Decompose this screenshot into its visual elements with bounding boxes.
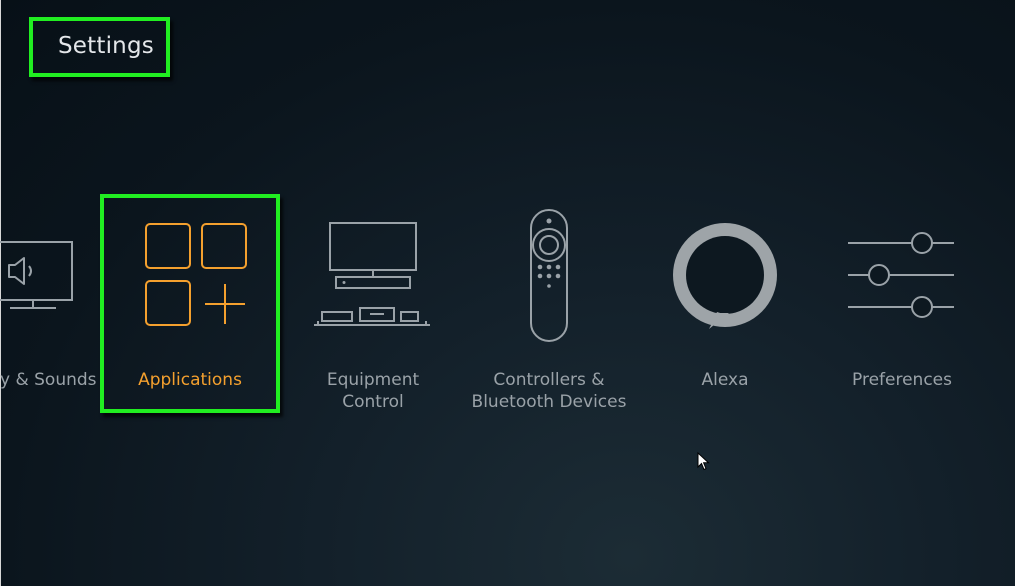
sliders-icon [848, 232, 954, 318]
page-title: Settings [58, 33, 154, 59]
equipment-icon [314, 222, 430, 326]
menu-item-label-line2: Bluetooth Devices [471, 392, 627, 412]
menu-item-label-line1: Controllers & [493, 370, 605, 390]
tv-speaker-icon [0, 241, 73, 309]
menu-item-label: y & Sounds [0, 370, 97, 390]
menu-item-label-line2: Control [342, 392, 404, 412]
menu-item-display-sounds[interactable]: y & Sounds [0, 230, 97, 410]
alexa-icon [673, 223, 777, 329]
menu-item-label: Preferences [852, 370, 952, 390]
menu-item-label: Alexa [701, 370, 749, 390]
menu-item-controllers-bluetooth[interactable]: Controllers & Bluetooth Devices [464, 205, 634, 415]
menu-item-label: Applications [138, 370, 242, 390]
remote-icon [530, 209, 568, 342]
menu-item-preferences[interactable]: Preferences [832, 220, 972, 410]
menu-item-alexa[interactable]: Alexa [660, 215, 790, 405]
mouse-cursor-icon [697, 452, 710, 471]
menu-item-equipment-control[interactable]: Equipment Control [300, 215, 446, 415]
menu-item-label-line1: Equipment [326, 370, 420, 390]
menu-item-applications[interactable]: Applications [104, 198, 276, 409]
settings-header[interactable]: Settings [29, 17, 170, 77]
applications-grid-icon [145, 223, 247, 326]
